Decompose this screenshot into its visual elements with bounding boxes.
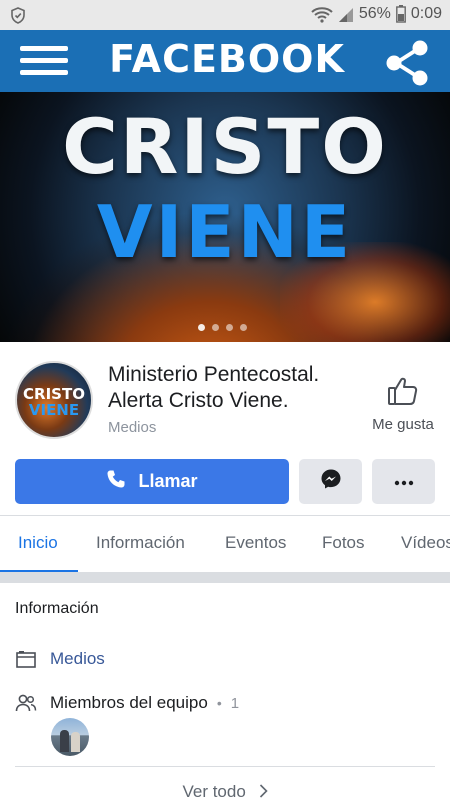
section-separator [0, 572, 450, 583]
signal-icon [338, 6, 354, 23]
battery-icon [395, 5, 406, 23]
call-button[interactable]: Llamar [15, 459, 289, 504]
thumbs-up-icon [387, 377, 419, 410]
team-member-avatar[interactable] [51, 718, 89, 756]
category-link[interactable]: Medios [50, 649, 105, 669]
shield-icon [10, 7, 26, 28]
cover-text-line2: VIENE [96, 190, 354, 274]
divider [15, 766, 435, 767]
team-members-label: Miembros del equipo [50, 693, 208, 712]
tab-videos[interactable]: Vídeos [401, 533, 450, 553]
team-count: 1 [230, 694, 240, 712]
page-avatar[interactable]: CRISTO VIENE [15, 361, 93, 439]
messenger-button[interactable] [299, 459, 362, 504]
tab-eventos[interactable]: Eventos [225, 533, 286, 553]
team-separator: • [216, 695, 222, 711]
more-options-button[interactable] [372, 459, 435, 504]
avatar-text-line2: VIENE [28, 401, 80, 419]
carousel-dot[interactable] [212, 324, 219, 331]
see-all-link[interactable]: Ver todo [0, 782, 450, 800]
share-icon[interactable] [382, 37, 432, 87]
app-title: FACEBOOK [109, 37, 345, 81]
see-all-label: Ver todo [182, 782, 246, 800]
carousel-dot[interactable] [240, 324, 247, 331]
like-label: Me gusta [372, 416, 434, 433]
carousel-dot[interactable] [198, 324, 205, 331]
phone-icon [106, 469, 126, 494]
tag-icon [15, 648, 37, 670]
more-icon [394, 473, 414, 491]
tab-fotos[interactable]: Fotos [322, 533, 365, 553]
app-bar: FACEBOOK [0, 30, 450, 92]
messenger-icon [320, 468, 342, 495]
people-icon [15, 692, 37, 714]
carousel-dot[interactable] [226, 324, 233, 331]
page-category: Medios [108, 419, 157, 436]
team-row: Miembros del equipo • 1 [15, 692, 239, 714]
cover-text-line1: CRISTO [62, 102, 388, 191]
status-bar: 56% 0:09 [0, 0, 450, 30]
clock: 0:09 [410, 5, 442, 22]
page-tabs: Inicio Información Eventos Fotos Vídeos [0, 515, 450, 572]
battery-level: 56% [358, 5, 391, 22]
carousel-dots [198, 324, 247, 331]
cover-photo[interactable]: CRISTO VIENE [0, 92, 450, 342]
chevron-right-icon [259, 783, 268, 800]
call-button-label: Llamar [138, 471, 198, 491]
tab-informacion[interactable]: Información [96, 533, 185, 553]
wifi-icon [311, 6, 333, 23]
category-row[interactable]: Medios [15, 648, 105, 670]
info-section-title: Información [15, 600, 99, 617]
tab-inicio[interactable]: Inicio [18, 533, 58, 553]
like-button[interactable]: Me gusta [366, 376, 440, 433]
menu-icon[interactable] [20, 43, 70, 79]
page-title: Ministerio Pentecostal. Alerta Cristo Vi… [108, 363, 320, 412]
